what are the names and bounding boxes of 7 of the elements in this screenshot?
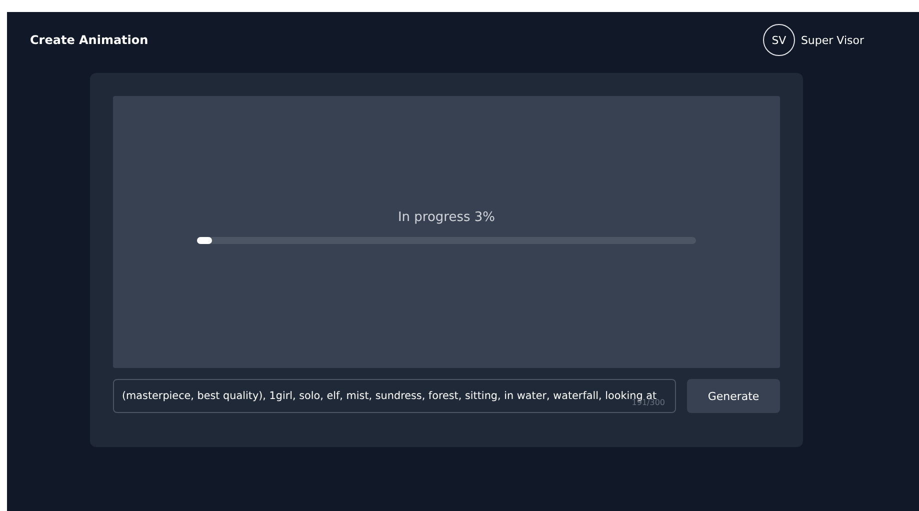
prompt-field[interactable]: (masterpiece, best quality), 1girl, solo, elf, mist, sundress, forest, sitting, in water, waterfall, looking at 191/300 (113, 379, 676, 413)
user-name: Super Visor (800, 34, 864, 46)
page-title: Create Animation (30, 33, 148, 47)
character-counter: 191/300 (632, 398, 665, 407)
user-avatar[interactable]: SV (762, 24, 795, 56)
generate-button[interactable]: Generate (687, 379, 780, 413)
progress-label: In progress 3% (398, 210, 496, 225)
